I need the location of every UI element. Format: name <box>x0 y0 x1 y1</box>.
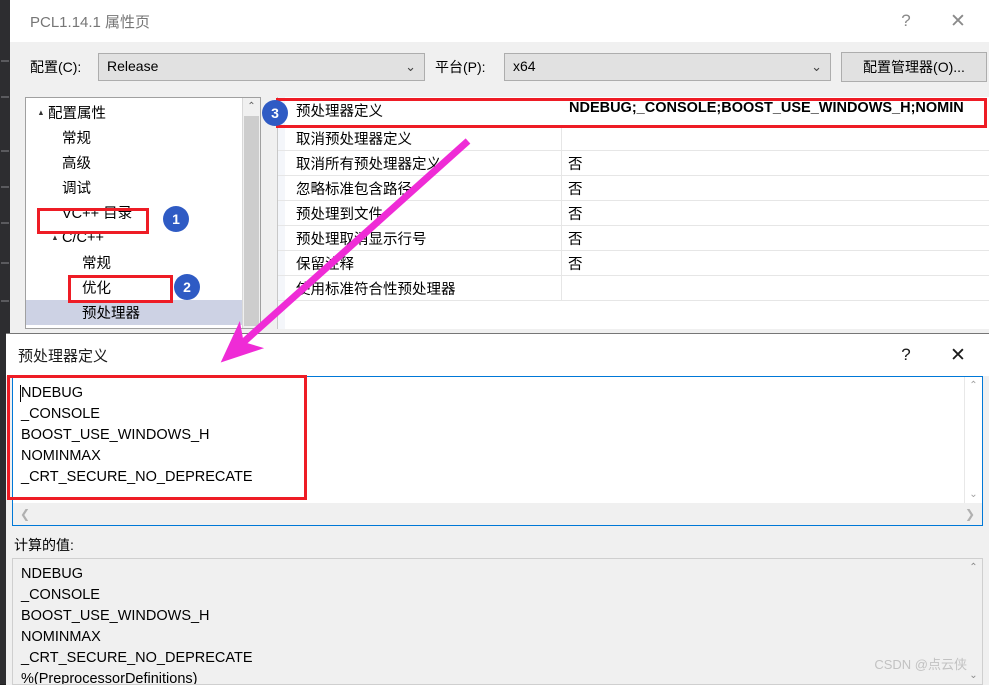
property-value[interactable]: 否 <box>568 253 583 274</box>
evaluated-value-panel: NDEBUG _CONSOLE BOOST_USE_WINDOWS_H NOMI… <box>12 558 983 685</box>
evaluated-vertical-scrollbar[interactable]: ⌃ ⌄ <box>965 559 982 684</box>
tree-node-label: C/C++ <box>62 229 104 246</box>
tree-node-general[interactable]: 常规 <box>26 125 260 150</box>
chevron-down-icon: ⌄ <box>811 59 822 74</box>
property-value[interactable]: NDEBUG;_CONSOLE;BOOST_USE_WINDOWS_H;NOMI… <box>569 100 964 116</box>
dialog-title: 预处理器定义 <box>18 348 109 365</box>
editor-horizontal-scrollbar[interactable]: ❮ ❯ <box>13 503 982 525</box>
scroll-down-icon[interactable]: ⌄ <box>965 486 982 503</box>
evaluated-value-text: NDEBUG _CONSOLE BOOST_USE_WINDOWS_H NOMI… <box>21 566 253 685</box>
page-title: PCL1.14.1 属性页 <box>30 14 151 31</box>
grid-row-preprocessor-definitions[interactable]: 预处理器定义 NDEBUG;_CONSOLE;BOOST_USE_WINDOWS… <box>278 97 989 122</box>
property-pages-window: PCL1.14.1 属性页 ? ✕ 配置(C): Release ⌄ 平台(P)… <box>10 0 989 333</box>
property-name: 使用标准符合性预处理器 <box>296 282 456 298</box>
property-name: 取消所有预处理器定义 <box>296 157 441 173</box>
configuration-label: 配置(C): <box>30 59 82 75</box>
property-value[interactable]: 否 <box>568 203 583 224</box>
configuration-value: Release <box>107 58 159 74</box>
close-button[interactable]: ✕ <box>935 0 981 42</box>
scroll-up-icon[interactable]: ⌃ <box>965 377 982 394</box>
scrollbar-thumb[interactable] <box>244 116 259 326</box>
tree-node-vcpp-directories[interactable]: VC++ 目录 <box>26 200 260 225</box>
property-name: 预处理取消显示行号 <box>296 232 427 248</box>
preprocessor-definitions-dialog: 预处理器定义 ? ✕ NDEBUG _CONSOLE BOOST_USE_WIN… <box>6 333 989 685</box>
annotation-badge-1: 1 <box>163 206 189 232</box>
tree-node-cpp[interactable]: ▲ C/C++ <box>26 225 260 250</box>
help-button[interactable]: ? <box>883 334 929 376</box>
tree-node-label: 代码生成 <box>82 327 140 328</box>
annotation-badge-2: 2 <box>174 274 200 300</box>
scroll-right-icon[interactable]: ❯ <box>960 503 980 525</box>
grid-row-use-standard-conforming-preprocessor[interactable]: 使用标准符合性预处理器 <box>278 275 989 301</box>
tree-node-label: 调试 <box>62 181 91 197</box>
property-value[interactable]: 否 <box>568 153 583 174</box>
definitions-text[interactable]: NDEBUG _CONSOLE BOOST_USE_WINDOWS_H NOMI… <box>21 383 253 488</box>
close-button[interactable]: ✕ <box>935 334 981 376</box>
scroll-up-icon[interactable]: ⌃ <box>965 559 982 576</box>
property-name: 忽略标准包含路径 <box>296 182 412 198</box>
configuration-tree[interactable]: ▲ 配置属性 常规 高级 调试 VC++ 目录 ▲ C/C++ 常规 优化 预处… <box>25 97 261 329</box>
tree-node-label: 配置属性 <box>48 106 106 122</box>
preprocessor-dialog-titlebar: 预处理器定义 ? ✕ <box>6 334 989 376</box>
configuration-toolbar: 配置(C): Release ⌄ 平台(P): x64 ⌄ 配置管理器(O)..… <box>10 42 989 94</box>
scroll-left-icon[interactable]: ❮ <box>15 503 35 525</box>
property-grid[interactable]: 预处理器定义 NDEBUG;_CONSOLE;BOOST_USE_WINDOWS… <box>277 97 989 329</box>
chevron-down-icon: ⌄ <box>405 59 416 74</box>
tree-node-code-generation[interactable]: 代码生成 <box>26 325 260 328</box>
platform-select[interactable]: x64 ⌄ <box>504 53 831 81</box>
configuration-manager-button[interactable]: 配置管理器(O)... <box>841 52 987 82</box>
tree-node-advanced[interactable]: 高级 <box>26 150 260 175</box>
grid-row-preprocess-to-file[interactable]: 预处理到文件 否 <box>278 200 989 226</box>
platform-label: 平台(P): <box>435 59 486 75</box>
definitions-editor[interactable]: NDEBUG _CONSOLE BOOST_USE_WINDOWS_H NOMI… <box>12 376 983 526</box>
expander-icon[interactable]: ▲ <box>49 233 62 242</box>
scroll-down-icon[interactable]: ⌄ <box>965 667 982 684</box>
tree-node-label: 常规 <box>82 256 111 272</box>
property-pages-titlebar: PCL1.14.1 属性页 ? ✕ <box>10 0 989 42</box>
tree-node-label: 优化 <box>82 281 111 297</box>
tree-scrollbar[interactable]: ⌃ <box>242 98 260 328</box>
grid-row-undefine-all-preprocessor-definitions[interactable]: 取消所有预处理器定义 否 <box>278 150 989 176</box>
tree-node-label: 高级 <box>62 156 91 172</box>
tree-node-debugging[interactable]: 调试 <box>26 175 260 200</box>
help-button[interactable]: ? <box>883 0 929 42</box>
property-value[interactable]: 否 <box>568 178 583 199</box>
grid-row-preprocess-suppress-line-numbers[interactable]: 预处理取消显示行号 否 <box>278 225 989 251</box>
grid-row-ignore-standard-include-path[interactable]: 忽略标准包含路径 否 <box>278 175 989 201</box>
annotation-badge-3: 3 <box>262 100 288 126</box>
property-name: 预处理到文件 <box>296 207 383 223</box>
tree-node-label: VC++ 目录 <box>62 206 133 222</box>
evaluated-value-label: 计算的值: <box>14 537 74 553</box>
grid-row-undefine-preprocessor-definitions[interactable]: 取消预处理器定义 <box>278 125 989 151</box>
tree-node-preprocessor[interactable]: 预处理器 <box>26 300 260 325</box>
tree-node-optimization[interactable]: 优化 <box>26 275 260 300</box>
grid-row-keep-comments[interactable]: 保留注释 否 <box>278 250 989 276</box>
watermark: CSDN @点云侠 <box>874 657 967 672</box>
tree-node-label: 常规 <box>62 131 91 147</box>
platform-value: x64 <box>513 58 536 74</box>
editor-vertical-scrollbar[interactable]: ⌃ ⌄ <box>964 377 982 503</box>
expander-icon[interactable]: ▲ <box>35 108 48 117</box>
tree-node-configuration-properties[interactable]: ▲ 配置属性 <box>26 100 248 125</box>
configuration-select[interactable]: Release ⌄ <box>98 53 425 81</box>
tree-node-label: 预处理器 <box>82 306 140 322</box>
property-value[interactable]: 否 <box>568 228 583 249</box>
tree-node-cpp-general[interactable]: 常规 <box>26 250 260 275</box>
property-name: 预处理器定义 <box>296 104 383 120</box>
scroll-up-icon[interactable]: ⌃ <box>243 98 260 115</box>
property-name: 取消预处理器定义 <box>296 132 412 148</box>
property-name: 保留注释 <box>296 257 354 273</box>
